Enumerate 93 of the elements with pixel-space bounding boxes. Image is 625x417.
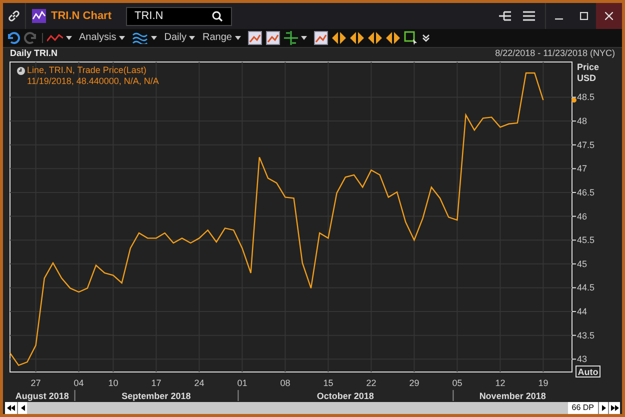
y-tick-label: 43 — [577, 354, 588, 364]
y-tick-label: 43.5 — [572, 330, 595, 340]
last-price-marker — [572, 98, 576, 103]
y-tick-label: 45.5 — [572, 235, 595, 246]
double-left-icon[interactable] — [7, 404, 15, 410]
select-icon[interactable] — [404, 31, 418, 45]
y-tick-label: 44.5 — [577, 282, 595, 293]
y-tick-label: 45 — [572, 258, 588, 269]
undo-icon[interactable] — [6, 31, 20, 45]
month-label: October 2018 — [316, 391, 374, 401]
x-tick-label: 22 — [366, 378, 376, 388]
arrows-icon[interactable] — [368, 31, 382, 45]
y-tick-label: 46 — [572, 211, 588, 222]
y-tick-label: 46.5 — [572, 187, 595, 198]
y-tick-label: 43.5 — [577, 330, 595, 340]
clock-icon — [17, 66, 25, 74]
scrollbar-thumb[interactable] — [27, 402, 568, 414]
legend-series: Line, TRI.N, Trade Price(Last) — [27, 65, 146, 76]
y-tick-label: 48 — [572, 116, 588, 126]
tree-icon[interactable] — [499, 10, 511, 22]
x-tick-label: 19 — [538, 378, 548, 388]
dropdown-button[interactable]: Daily — [164, 33, 186, 43]
y-tick-label: 43 — [572, 354, 588, 364]
y-tick-label: 47.5 — [572, 140, 595, 150]
line-chart-icon[interactable] — [47, 33, 63, 43]
y-tick-label: 47 — [577, 164, 588, 174]
x-tick-label: 17 — [151, 378, 162, 388]
x-tick-label: 29 — [409, 378, 420, 388]
month-label: September 2018 — [122, 391, 191, 401]
close-button[interactable] — [596, 3, 622, 29]
y-tick-label: 45 — [577, 258, 588, 269]
caret-icon[interactable] — [234, 36, 241, 40]
arrows-icon[interactable] — [386, 31, 400, 45]
axis-unit: USD — [577, 73, 596, 83]
x-tick-label: 10 — [108, 378, 118, 388]
panel-title: Daily TRI.N — [10, 47, 58, 60]
dropdown-button[interactable]: Range — [202, 33, 232, 43]
waves-icon[interactable] — [132, 32, 148, 44]
crosshair-icon[interactable] — [284, 31, 298, 45]
axis-title: Price — [577, 62, 600, 72]
month-label: August 2018 — [15, 391, 69, 401]
menu-icon[interactable] — [523, 11, 535, 21]
x-tick-label: 24 — [194, 378, 204, 388]
scroll-start-button[interactable] — [5, 402, 17, 414]
chart-tool-icon[interactable] — [248, 31, 262, 45]
link-icon[interactable] — [8, 10, 20, 22]
redo-icon[interactable] — [24, 31, 38, 45]
x-tick-label: 01 — [237, 378, 248, 388]
right-icon[interactable] — [602, 404, 606, 410]
chart-tool-icon[interactable] — [314, 31, 328, 45]
month-label: November 2018 — [479, 391, 546, 401]
date-range: 8/22/2018 - 11/23/2018 (NYC) — [495, 47, 615, 60]
data-point-count: 66 DP — [568, 402, 598, 414]
chart-app-icon — [32, 9, 46, 23]
scroll-left-button[interactable] — [17, 402, 27, 414]
caret-icon[interactable] — [119, 36, 126, 40]
caret-icon[interactable] — [151, 36, 158, 40]
legend-values: 11/19/2018, 48.440000, N/A, N/A — [26, 76, 159, 87]
chart-tool-icon[interactable] — [266, 31, 280, 45]
y-tick-label: 44 — [572, 306, 588, 317]
caret-icon[interactable] — [189, 36, 196, 40]
caret-icon[interactable] — [66, 36, 72, 40]
y-tick-label: 47.5 — [577, 140, 595, 150]
x-tick-label: 05 — [452, 378, 462, 388]
scroll-end-button[interactable] — [608, 402, 620, 414]
scroll-right-button[interactable] — [598, 402, 608, 414]
left-icon[interactable] — [20, 404, 24, 410]
y-tick-label: 48.5 — [577, 92, 595, 102]
search-field[interactable]: TRI.N — [126, 6, 232, 26]
window-title: TRI.N Chart — [51, 8, 112, 24]
dropdown-button[interactable]: Analysis — [79, 33, 116, 43]
auto-scale-button[interactable]: Auto — [576, 366, 600, 378]
close-icon[interactable] — [605, 12, 613, 20]
search-icon[interactable] — [212, 10, 222, 22]
x-tick-label: 15 — [323, 378, 334, 388]
arrows-icon[interactable] — [332, 31, 346, 45]
y-tick-label: 46 — [577, 211, 588, 222]
x-tick-label: 04 — [74, 378, 84, 388]
y-tick-label: 44.5 — [572, 282, 595, 293]
chevrons-down-icon[interactable] — [422, 34, 430, 42]
maximize-icon[interactable] — [580, 12, 588, 20]
x-tick-label: 12 — [495, 378, 506, 388]
arrows-icon[interactable] — [350, 31, 364, 45]
x-tick-label: 27 — [30, 378, 41, 388]
caret-icon[interactable] — [300, 36, 307, 40]
y-tick-label: 47 — [572, 164, 588, 174]
y-tick-label: 46.5 — [577, 187, 595, 198]
y-tick-label: 44 — [577, 306, 588, 317]
x-tick-label: 08 — [280, 378, 290, 388]
y-tick-label: 45.5 — [577, 235, 595, 246]
double-right-icon[interactable] — [610, 404, 618, 410]
y-tick-label: 48.5 — [572, 92, 595, 102]
y-tick-label: 48 — [577, 116, 588, 126]
